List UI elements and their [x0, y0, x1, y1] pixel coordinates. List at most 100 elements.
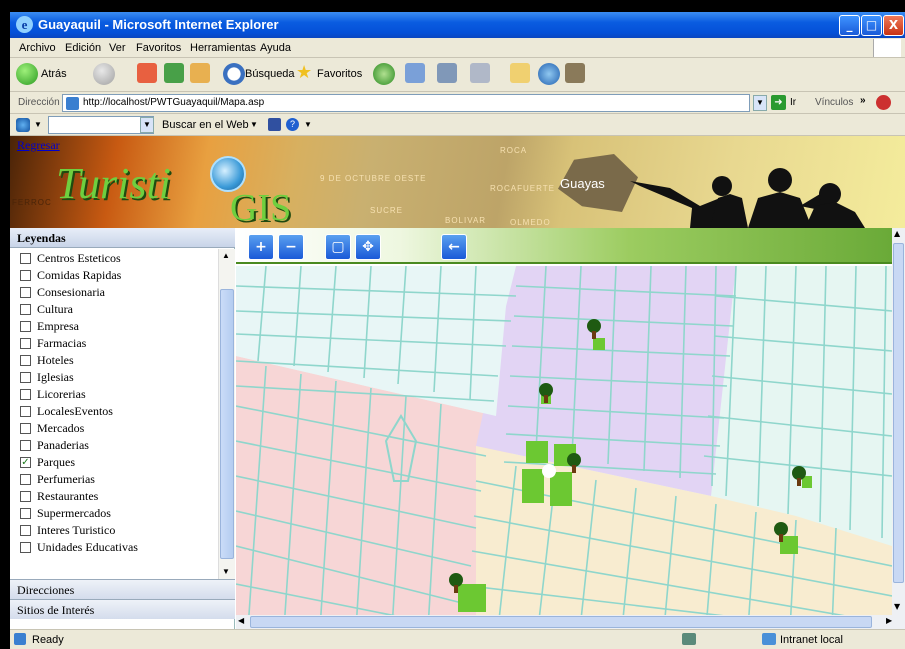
go-label[interactable]: Ir — [790, 97, 796, 108]
close-button[interactable]: X — [883, 15, 904, 36]
scroll-thumb[interactable] — [220, 289, 234, 559]
menu-archivo[interactable]: Archivo — [19, 42, 56, 54]
checkbox[interactable] — [20, 287, 31, 298]
checkbox[interactable] — [20, 270, 31, 281]
legend-item[interactable]: Empresa — [20, 318, 79, 335]
legend-item[interactable]: Consesionaria — [20, 284, 105, 301]
checkbox[interactable] — [20, 406, 31, 417]
legend-item[interactable]: Supermercados — [20, 505, 111, 522]
legend-item[interactable]: Panaderias — [20, 437, 89, 454]
scroll-up-icon[interactable]: ▲ — [894, 229, 900, 238]
checkbox[interactable] — [20, 474, 31, 485]
legend-item[interactable]: Unidades Educativas — [20, 539, 138, 556]
print-icon[interactable] — [437, 63, 457, 83]
menu-herramientas[interactable]: Herramientas — [190, 42, 256, 54]
home-icon[interactable] — [190, 63, 210, 83]
legend-header[interactable]: Leyendas — [10, 228, 235, 248]
search-web-button[interactable]: Buscar en el Web — [162, 119, 249, 131]
page-horizontal-scrollbar[interactable]: ◀ ▶ — [236, 615, 905, 629]
address-input[interactable]: http://localhost/PWTGuayaquil/Mapa.asp — [62, 94, 750, 112]
legend-item[interactable]: Restaurantes — [20, 488, 98, 505]
checkbox[interactable] — [20, 253, 31, 264]
scroll-down-icon[interactable]: ▼ — [894, 602, 900, 611]
pan-icon[interactable]: ✥ — [355, 234, 381, 260]
menu-edicion[interactable]: Edición — [65, 42, 101, 54]
help-dropdown-icon[interactable]: ▼ — [304, 120, 312, 129]
checkbox[interactable] — [20, 355, 31, 366]
legend-item[interactable]: Interes Turistico — [20, 522, 115, 539]
folder-icon[interactable] — [510, 63, 530, 83]
menu-ayuda[interactable]: Ayuda — [260, 42, 291, 54]
park-area[interactable] — [593, 338, 605, 350]
checkbox[interactable] — [20, 440, 31, 451]
menu-favoritos[interactable]: Favoritos — [136, 42, 181, 54]
maximize-button[interactable]: □ — [861, 15, 882, 36]
search-icon[interactable] — [223, 63, 245, 85]
checkbox[interactable] — [20, 542, 31, 553]
messenger-icon[interactable] — [538, 63, 560, 85]
legend-item[interactable]: Iglesias — [20, 369, 74, 386]
checkbox[interactable] — [20, 338, 31, 349]
research-icon[interactable] — [565, 63, 585, 83]
address-dropdown-icon[interactable]: ▼ — [753, 95, 767, 111]
page-vertical-scrollbar[interactable]: ▲ ▼ — [892, 228, 905, 615]
search-provider-icon[interactable] — [16, 118, 30, 132]
zoom-in-icon[interactable]: + — [248, 234, 274, 260]
scroll-up-icon[interactable]: ▲ — [222, 251, 230, 260]
street-map[interactable] — [236, 266, 892, 629]
back-link[interactable]: Regresar — [17, 138, 60, 153]
search-label[interactable]: Búsqueda — [245, 68, 295, 92]
check-icon[interactable] — [268, 118, 281, 131]
scroll-right-icon[interactable]: ▶ — [886, 616, 892, 625]
checkbox[interactable] — [20, 372, 31, 383]
history-icon[interactable] — [373, 63, 395, 85]
legend-item[interactable]: Centros Esteticos — [20, 250, 121, 267]
edit-icon[interactable] — [470, 63, 490, 83]
forward-arrow-icon[interactable] — [93, 63, 115, 85]
checkbox[interactable] — [20, 304, 31, 315]
web-search-dropdown-icon[interactable]: ▼ — [140, 117, 154, 133]
checkbox-checked[interactable]: ✓ — [20, 457, 31, 468]
mail-icon[interactable] — [405, 63, 425, 83]
favorites-label[interactable]: Favoritos — [317, 68, 362, 92]
minimize-button[interactable]: _ — [839, 15, 860, 36]
legend-item[interactable]: Cultura — [20, 301, 73, 318]
legend-item[interactable]: Perfumerias — [20, 471, 95, 488]
checkbox[interactable] — [20, 491, 31, 502]
directions-section[interactable]: Direcciones — [10, 579, 235, 599]
menu-ver[interactable]: Ver — [109, 42, 126, 54]
search-web-dropdown-icon[interactable]: ▼ — [250, 120, 258, 129]
favorites-star-icon[interactable]: ★ — [296, 62, 312, 86]
checkbox[interactable] — [20, 321, 31, 332]
refresh-icon[interactable] — [164, 63, 184, 83]
checkbox[interactable] — [20, 389, 31, 400]
back-label[interactable]: Atrás — [41, 68, 67, 92]
legend-item[interactable]: Licorerias — [20, 386, 86, 403]
web-search-input[interactable] — [48, 116, 154, 134]
legend-scrollbar[interactable]: ▲ ▼ — [218, 249, 235, 579]
park-area[interactable] — [458, 584, 486, 612]
zoom-out-icon[interactable]: − — [278, 234, 304, 260]
go-arrow-icon[interactable]: ➜ — [771, 95, 786, 110]
legend-item[interactable]: ✓ Parques — [20, 454, 75, 471]
scroll-thumb[interactable] — [893, 243, 904, 583]
legend-item[interactable]: Comidas Rapidas — [20, 267, 121, 284]
checkbox[interactable] — [20, 525, 31, 536]
back-arrow-icon[interactable]: ← — [441, 234, 467, 260]
scroll-left-icon[interactable]: ◀ — [238, 616, 244, 625]
legend-item[interactable]: Hoteles — [20, 352, 74, 369]
checkbox[interactable] — [20, 508, 31, 519]
links-label[interactable]: Vínculos — [815, 97, 853, 108]
interest-section[interactable]: Sitios de Interés — [10, 599, 235, 619]
toolbar-addon-icon[interactable] — [876, 95, 891, 110]
provider-dropdown-icon[interactable]: ▼ — [34, 120, 42, 129]
scroll-thumb[interactable] — [250, 616, 872, 628]
scroll-down-icon[interactable]: ▼ — [222, 567, 230, 576]
legend-item[interactable]: Farmacias — [20, 335, 86, 352]
back-arrow-icon[interactable] — [16, 63, 38, 85]
stop-icon[interactable] — [137, 63, 157, 83]
legend-item[interactable]: Mercados — [20, 420, 84, 437]
more-links-icon[interactable]: » — [860, 95, 866, 106]
checkbox[interactable] — [20, 423, 31, 434]
legend-item[interactable]: LocalesEventos — [20, 403, 113, 420]
